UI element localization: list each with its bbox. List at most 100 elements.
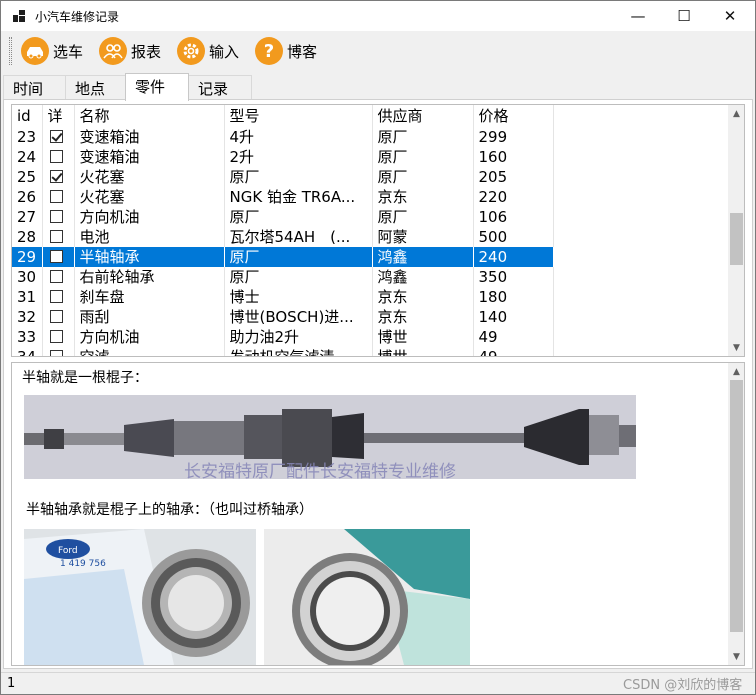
cell-price[interactable]: 106 <box>473 207 554 227</box>
cell-price[interactable]: 350 <box>473 267 554 287</box>
cell-id[interactable]: 34 <box>12 347 43 356</box>
cell-model[interactable]: 2升 <box>224 147 373 167</box>
cell-price[interactable]: 205 <box>473 167 554 187</box>
cell-model[interactable]: 原厂 <box>224 167 373 187</box>
cell-price[interactable]: 500 <box>473 227 554 247</box>
checkbox-unchecked[interactable] <box>49 150 63 163</box>
cell-id[interactable]: 30 <box>12 267 43 287</box>
close-button[interactable]: ✕ <box>707 1 753 31</box>
tab-time[interactable]: 时间 <box>3 75 67 100</box>
cell-price[interactable]: 140 <box>473 307 554 327</box>
cell-name[interactable]: 方向机油 <box>74 207 225 227</box>
scroll-up-arrow-icon[interactable]: ▲ <box>728 105 744 122</box>
checkbox-unchecked[interactable] <box>49 310 63 323</box>
detail-scrollbar-thumb[interactable] <box>730 380 743 632</box>
table-row[interactable]: 31 刹车盘 博士 京东 180 <box>12 287 554 307</box>
checkbox-checked[interactable] <box>49 170 63 183</box>
cell-model[interactable]: 发动机空气滤清... <box>224 347 373 356</box>
cell-model[interactable]: NGK 铂金 TR6A... <box>224 187 373 207</box>
cell-supplier[interactable]: 原厂 <box>372 127 474 147</box>
cell-id[interactable]: 26 <box>12 187 43 207</box>
table-row[interactable]: 27 方向机油 原厂 原厂 106 <box>12 207 554 227</box>
cell-supplier[interactable]: 原厂 <box>372 167 474 187</box>
cell-model[interactable]: 4升 <box>224 127 373 147</box>
table-row[interactable]: 33 方向机油 助力油2升 博世 49 <box>12 327 554 347</box>
table-row[interactable]: 28 电池 瓦尔塔54AH (... 阿蒙 500 <box>12 227 554 247</box>
cell-name[interactable]: 变速箱油 <box>74 147 225 167</box>
cell-model[interactable]: 助力油2升 <box>224 327 373 347</box>
report-button[interactable]: 报表 <box>99 35 161 67</box>
cell-name[interactable]: 刹车盘 <box>74 287 225 307</box>
cell-price[interactable]: 160 <box>473 147 554 167</box>
cell-id[interactable]: 31 <box>12 287 43 307</box>
cell-id[interactable]: 28 <box>12 227 43 247</box>
checkbox-unchecked[interactable] <box>49 350 63 356</box>
table-row[interactable]: 30 右前轮轴承 原厂 鸿鑫 350 <box>12 267 554 287</box>
column-header-supplier[interactable]: 供应商 <box>372 105 474 127</box>
minimize-button[interactable]: — <box>615 1 661 31</box>
cell-id[interactable]: 27 <box>12 207 43 227</box>
table-row[interactable]: 26 火花塞 NGK 铂金 TR6A... 京东 220 <box>12 187 554 207</box>
table-row[interactable]: 29 半轴轴承 原厂 鸿鑫 240 <box>12 247 554 267</box>
cell-supplier[interactable]: 京东 <box>372 287 474 307</box>
cell-name[interactable]: 变速箱油 <box>74 127 225 147</box>
cell-id[interactable]: 24 <box>12 147 43 167</box>
column-header-name[interactable]: 名称 <box>74 105 225 127</box>
detail-scroll-up-icon[interactable]: ▲ <box>728 363 744 380</box>
cell-name[interactable]: 电池 <box>74 227 225 247</box>
table-row[interactable]: 23 变速箱油 4升 原厂 299 <box>12 127 554 147</box>
cell-id[interactable]: 29 <box>12 247 43 267</box>
checkbox-unchecked[interactable] <box>49 190 63 203</box>
cell-price[interactable]: 299 <box>473 127 554 147</box>
checkbox-unchecked[interactable] <box>49 230 63 243</box>
maximize-button[interactable]: ☐ <box>661 1 707 31</box>
checkbox-checked[interactable] <box>49 130 63 143</box>
cell-model[interactable]: 原厂 <box>224 247 373 267</box>
checkbox-unchecked[interactable] <box>49 270 63 283</box>
cell-price[interactable]: 240 <box>473 247 554 267</box>
cell-model[interactable]: 原厂 <box>224 207 373 227</box>
input-button[interactable]: 输入 <box>177 35 239 67</box>
detail-scroll-down-icon[interactable]: ▼ <box>728 648 744 665</box>
cell-id[interactable]: 25 <box>12 167 43 187</box>
checkbox-unchecked[interactable] <box>49 330 63 343</box>
table-row[interactable]: 32 雨刮 博世(BOSCH)进... 京东 140 <box>12 307 554 327</box>
cell-price[interactable]: 49 <box>473 347 554 356</box>
scroll-down-arrow-icon[interactable]: ▼ <box>728 339 744 356</box>
tab-location[interactable]: 地点 <box>65 75 128 100</box>
tab-records[interactable]: 记录 <box>188 75 252 100</box>
cell-supplier[interactable]: 博世 <box>372 347 474 356</box>
grid-scrollbar-thumb[interactable] <box>730 213 743 265</box>
table-row[interactable]: 24 变速箱油 2升 原厂 160 <box>12 147 554 167</box>
column-header-model[interactable]: 型号 <box>224 105 373 127</box>
column-header-detail[interactable]: 详 <box>42 105 75 127</box>
cell-name[interactable]: 火花塞 <box>74 187 225 207</box>
cell-model[interactable]: 瓦尔塔54AH (... <box>224 227 373 247</box>
cell-model[interactable]: 博世(BOSCH)进... <box>224 307 373 327</box>
cell-name[interactable]: 方向机油 <box>74 327 225 347</box>
checkbox-unchecked[interactable] <box>49 210 63 223</box>
cell-id[interactable]: 23 <box>12 127 43 147</box>
cell-id[interactable]: 32 <box>12 307 43 327</box>
column-header-id[interactable]: id <box>12 105 43 127</box>
cell-model[interactable]: 原厂 <box>224 267 373 287</box>
cell-price[interactable]: 180 <box>473 287 554 307</box>
cell-name[interactable]: 右前轮轴承 <box>74 267 225 287</box>
blog-button[interactable]: ? 博客 <box>255 35 317 67</box>
cell-price[interactable]: 220 <box>473 187 554 207</box>
cell-supplier[interactable]: 京东 <box>372 187 474 207</box>
cell-supplier[interactable]: 阿蒙 <box>372 227 474 247</box>
grid-scrollbar[interactable]: ▲ ▼ <box>728 105 744 356</box>
cell-model[interactable]: 博士 <box>224 287 373 307</box>
cell-supplier[interactable]: 京东 <box>372 307 474 327</box>
cell-name[interactable]: 空滤 <box>74 347 225 356</box>
detail-scrollbar[interactable]: ▲ ▼ <box>728 363 744 665</box>
cell-supplier[interactable]: 鸿鑫 <box>372 247 474 267</box>
cell-id[interactable]: 33 <box>12 327 43 347</box>
table-row[interactable]: 34 空滤 发动机空气滤清... 博世 49 <box>12 347 554 356</box>
checkbox-unchecked[interactable] <box>49 290 63 303</box>
table-row[interactable]: 25 火花塞 原厂 原厂 205 <box>12 167 554 187</box>
cell-supplier[interactable]: 原厂 <box>372 147 474 167</box>
cell-price[interactable]: 49 <box>473 327 554 347</box>
cell-supplier[interactable]: 鸿鑫 <box>372 267 474 287</box>
